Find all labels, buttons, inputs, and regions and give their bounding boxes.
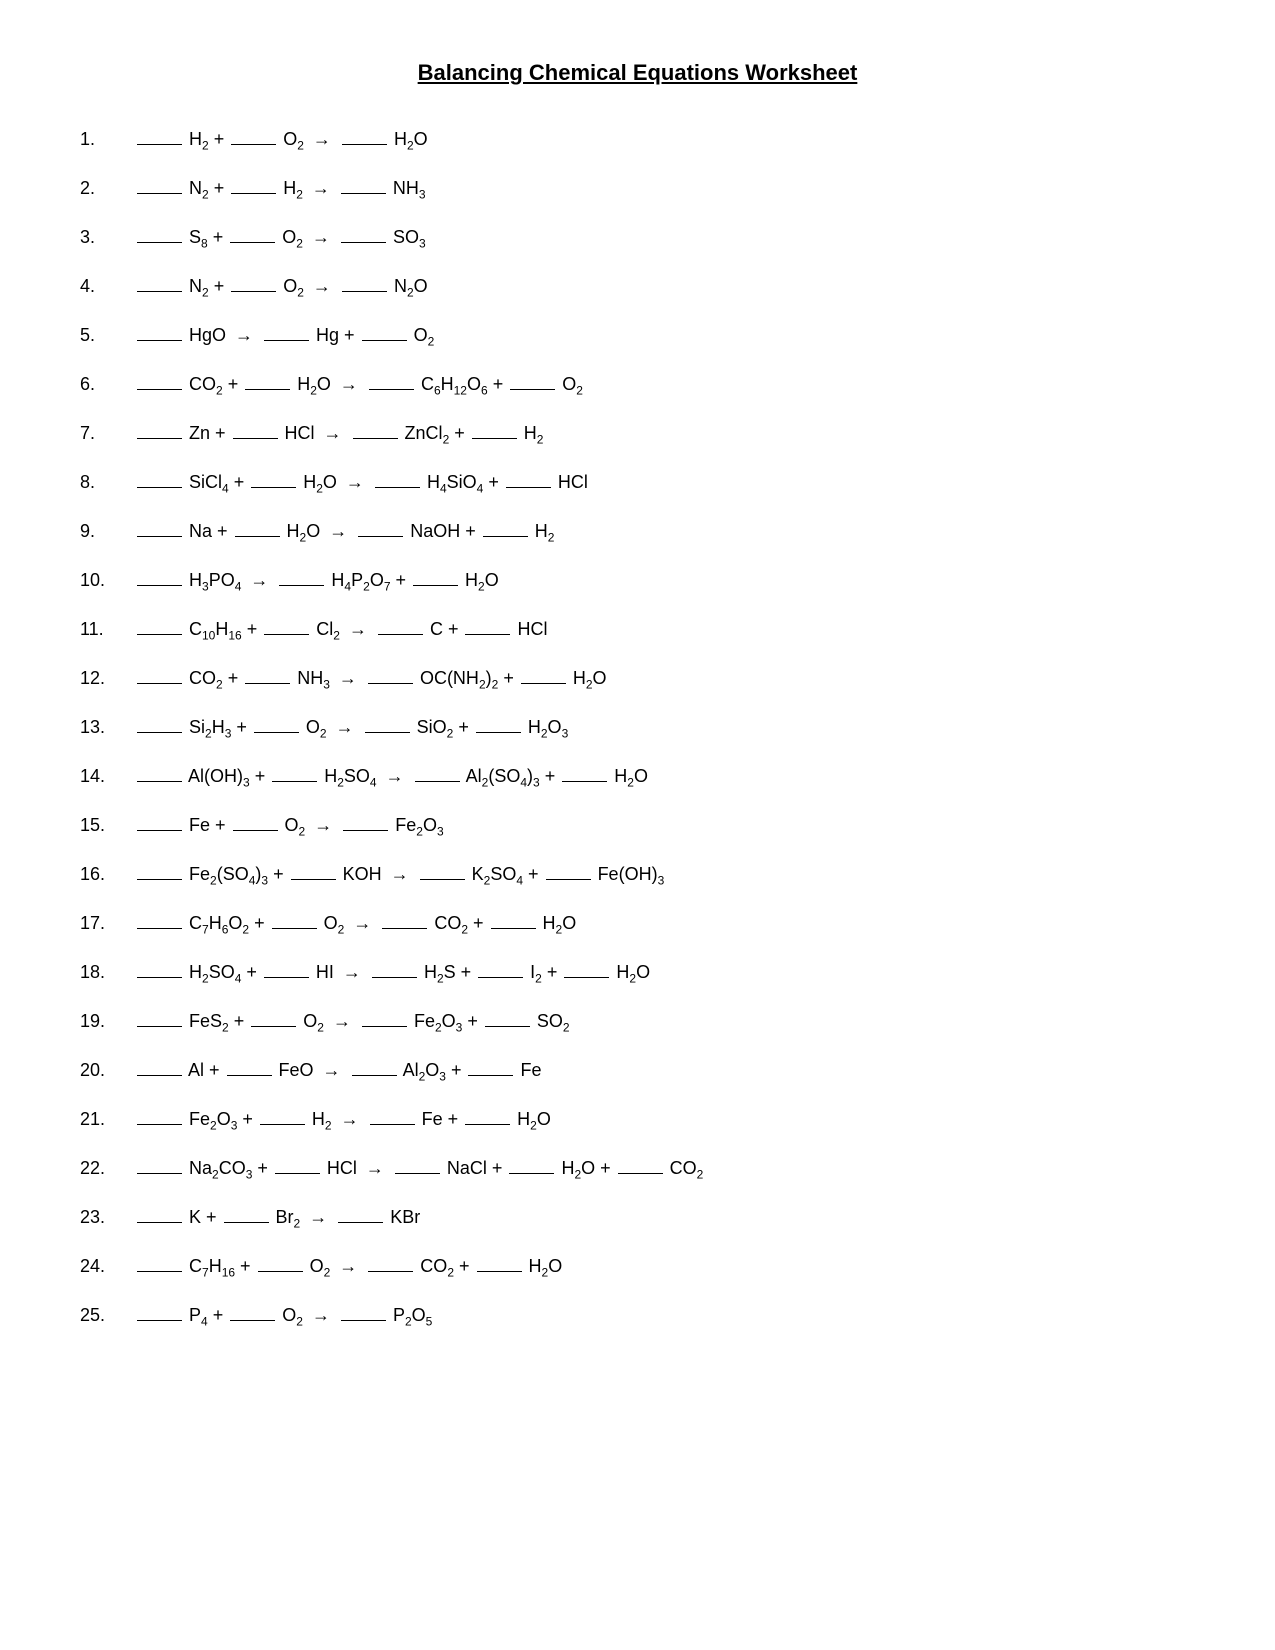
equation-row: 25. P4 + O2 → P2O5 [80, 1302, 1195, 1329]
equation-number: 21. [80, 1106, 135, 1133]
equation-number: 19. [80, 1008, 135, 1035]
equation-content: S8 + O2 → SO3 [135, 224, 426, 251]
equation-number: 20. [80, 1057, 135, 1084]
equation-content: C10H16 + Cl2 → C + HCl [135, 616, 547, 643]
equation-row: 5. HgO → Hg + O2 [80, 322, 1195, 349]
equation-number: 17. [80, 910, 135, 937]
equation-number: 25. [80, 1302, 135, 1329]
equation-content: N2 + H2 → NH3 [135, 175, 426, 202]
equation-content: SiCl4 + H2O → H4SiO4 + HCl [135, 469, 588, 496]
equation-content: CO2 + NH3 → OC(NH2)2 + H2O [135, 665, 607, 692]
equation-row: 8. SiCl4 + H2O → H4SiO4 + HCl [80, 469, 1195, 496]
equation-number: 9. [80, 518, 135, 545]
equation-content: N2 + O2 → N2O [135, 273, 428, 300]
equation-number: 1. [80, 126, 135, 153]
equation-number: 23. [80, 1204, 135, 1231]
equation-row: 20. Al + FeO → Al2O3 + Fe [80, 1057, 1195, 1084]
equation-row: 15. Fe + O2 → Fe2O3 [80, 812, 1195, 839]
equation-number: 18. [80, 959, 135, 986]
equation-row: 24. C7H16 + O2 → CO2 + H2O [80, 1253, 1195, 1280]
equation-row: 4. N2 + O2 → N2O [80, 273, 1195, 300]
equation-content: C7H6O2 + O2 → CO2 + H2O [135, 910, 576, 937]
equation-content: Fe2(SO4)3 + KOH → K2SO4 + Fe(OH)3 [135, 861, 664, 888]
equation-row: 7. Zn + HCl → ZnCl2 + H2 [80, 420, 1195, 447]
equation-content: Zn + HCl → ZnCl2 + H2 [135, 420, 543, 447]
equation-row: 16. Fe2(SO4)3 + KOH → K2SO4 + Fe(OH)3 [80, 861, 1195, 888]
equation-row: 23. K + Br2 → KBr [80, 1204, 1195, 1231]
equation-content: Al + FeO → Al2O3 + Fe [135, 1057, 542, 1084]
equation-number: 11. [80, 616, 135, 643]
page-title: Balancing Chemical Equations Worksheet [80, 60, 1195, 86]
equation-content: C7H16 + O2 → CO2 + H2O [135, 1253, 562, 1280]
equation-content: CO2 + H2O → C6H12O6 + O2 [135, 371, 583, 398]
equation-number: 8. [80, 469, 135, 496]
equation-content: H2SO4 + HI → H2S + I2 + H2O [135, 959, 650, 986]
equation-row: 18. H2SO4 + HI → H2S + I2 + H2O [80, 959, 1195, 986]
equation-number: 15. [80, 812, 135, 839]
equation-row: 1. H2 + O2 → H2O [80, 126, 1195, 153]
equation-content: Al(OH)3 + H2SO4 → Al2(SO4)3 + H2O [135, 763, 648, 790]
equation-content: HgO → Hg + O2 [135, 322, 434, 349]
equation-number: 22. [80, 1155, 135, 1182]
equation-content: Si2H3 + O2 → SiO2 + H2O3 [135, 714, 568, 741]
equation-row: 9. Na + H2O → NaOH + H2 [80, 518, 1195, 545]
equation-content: Fe2O3 + H2 → Fe + H2O [135, 1106, 551, 1133]
equation-number: 7. [80, 420, 135, 447]
equation-content: P4 + O2 → P2O5 [135, 1302, 432, 1329]
equation-row: 17. C7H6O2 + O2 → CO2 + H2O [80, 910, 1195, 937]
equation-content: H3PO4 → H4P2O7 + H2O [135, 567, 499, 594]
equation-content: FeS2 + O2 → Fe2O3 + SO2 [135, 1008, 570, 1035]
equation-row: 19. FeS2 + O2 → Fe2O3 + SO2 [80, 1008, 1195, 1035]
equation-number: 12. [80, 665, 135, 692]
equation-number: 2. [80, 175, 135, 202]
equation-number: 3. [80, 224, 135, 251]
equation-content: Na + H2O → NaOH + H2 [135, 518, 554, 545]
equation-content: H2 + O2 → H2O [135, 126, 428, 153]
equation-content: K + Br2 → KBr [135, 1204, 420, 1231]
equation-row: 3. S8 + O2 → SO3 [80, 224, 1195, 251]
equation-list: 1. H2 + O2 → H2O2. N2 + H2 → NH33. S8 + … [80, 126, 1195, 1329]
equation-row: 6. CO2 + H2O → C6H12O6 + O2 [80, 371, 1195, 398]
equation-number: 16. [80, 861, 135, 888]
equation-row: 14. Al(OH)3 + H2SO4 → Al2(SO4)3 + H2O [80, 763, 1195, 790]
equation-row: 13. Si2H3 + O2 → SiO2 + H2O3 [80, 714, 1195, 741]
equation-content: Na2CO3 + HCl → NaCl + H2O + CO2 [135, 1155, 703, 1182]
equation-number: 14. [80, 763, 135, 790]
equation-row: 11. C10H16 + Cl2 → C + HCl [80, 616, 1195, 643]
equation-content: Fe + O2 → Fe2O3 [135, 812, 444, 839]
equation-number: 13. [80, 714, 135, 741]
equation-number: 10. [80, 567, 135, 594]
equation-number: 5. [80, 322, 135, 349]
equation-row: 10. H3PO4 → H4P2O7 + H2O [80, 567, 1195, 594]
equation-row: 2. N2 + H2 → NH3 [80, 175, 1195, 202]
equation-number: 24. [80, 1253, 135, 1280]
equation-row: 22. Na2CO3 + HCl → NaCl + H2O + CO2 [80, 1155, 1195, 1182]
equation-number: 4. [80, 273, 135, 300]
equation-number: 6. [80, 371, 135, 398]
equation-row: 12. CO2 + NH3 → OC(NH2)2 + H2O [80, 665, 1195, 692]
equation-row: 21. Fe2O3 + H2 → Fe + H2O [80, 1106, 1195, 1133]
